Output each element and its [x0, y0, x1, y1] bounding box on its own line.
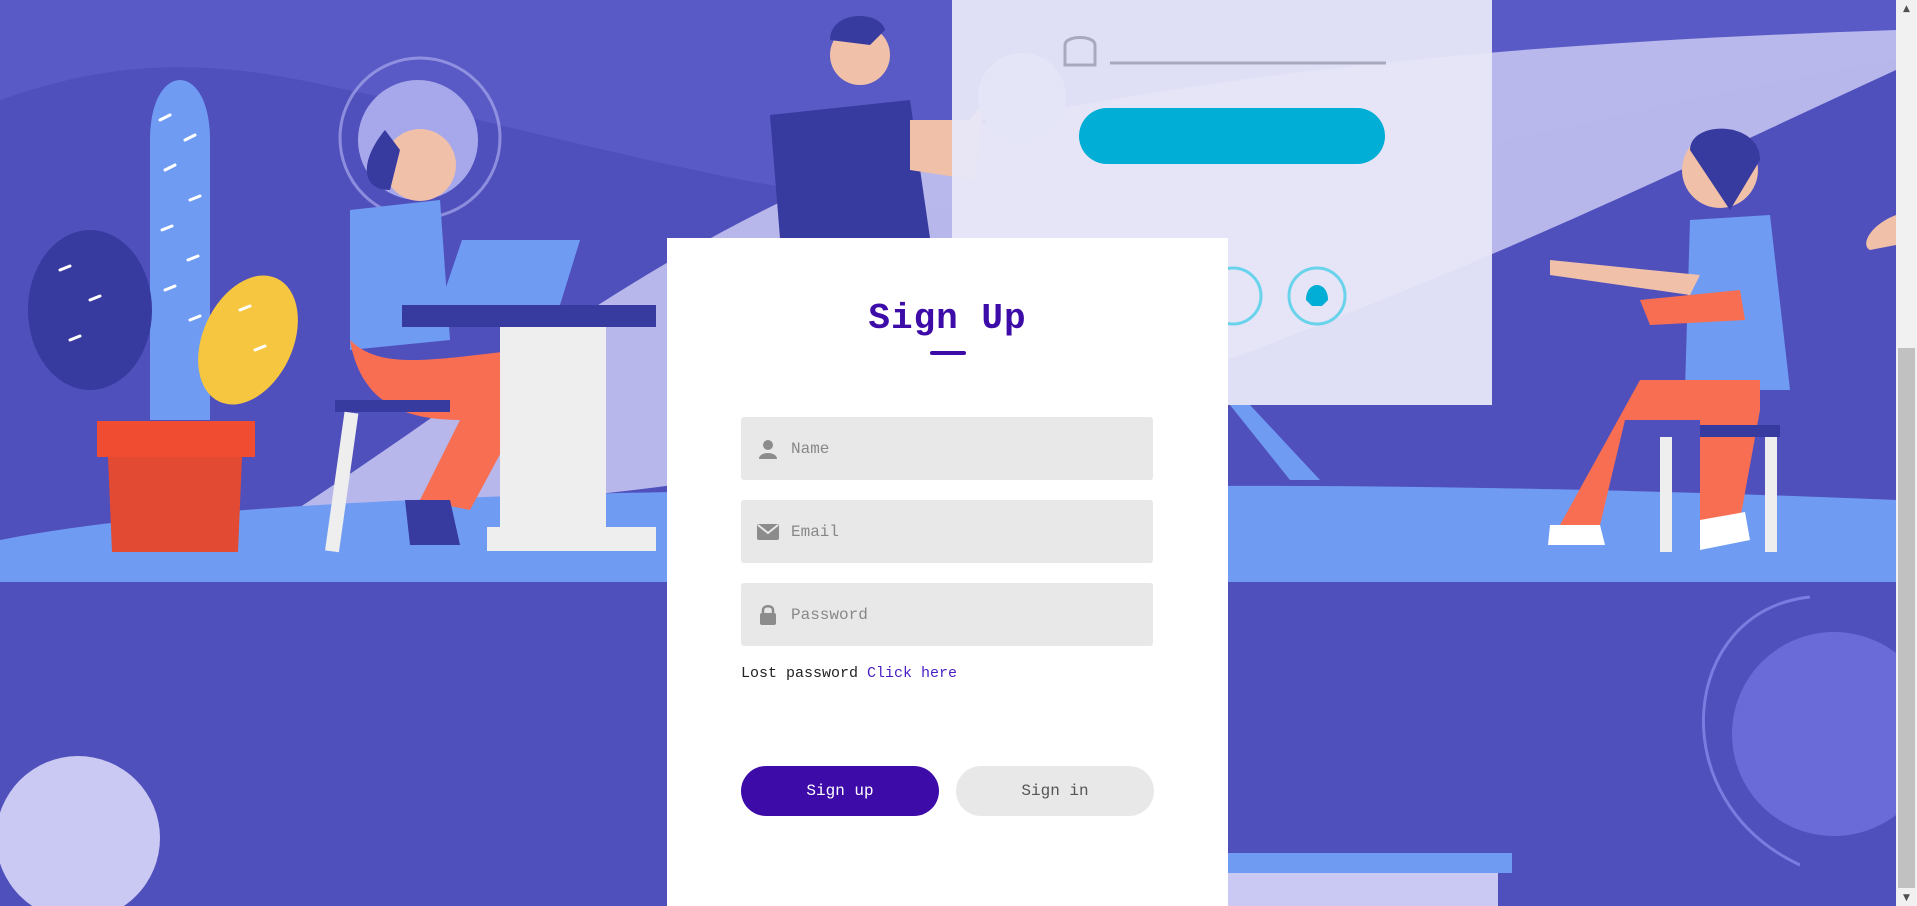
signup-card: Sign Up Lost password Click here Sign up…	[667, 238, 1228, 906]
lock-icon	[757, 604, 779, 626]
envelope-icon	[757, 521, 779, 543]
name-field[interactable]	[741, 417, 1153, 480]
sign-up-button[interactable]: Sign up	[741, 766, 939, 816]
email-field[interactable]	[741, 500, 1153, 563]
name-input[interactable]	[789, 438, 1123, 459]
click-here-link[interactable]: Click here	[867, 665, 957, 682]
scroll-up-icon[interactable]: ▲	[1896, 0, 1917, 17]
scrollbar-thumb[interactable]	[1898, 348, 1915, 888]
email-input[interactable]	[789, 521, 1123, 542]
sign-in-button[interactable]: Sign in	[956, 766, 1154, 816]
scroll-down-icon[interactable]: ▼	[1896, 889, 1917, 906]
page-scrollbar[interactable]: ▲ ▼	[1896, 0, 1917, 906]
form-title: Sign Up	[868, 298, 1027, 339]
lost-password-row: Lost password Click here	[741, 665, 957, 682]
user-icon	[757, 438, 779, 460]
password-field[interactable]	[741, 583, 1153, 646]
title-underline	[930, 351, 966, 355]
lost-password-text: Lost password	[741, 665, 859, 682]
password-input[interactable]	[789, 604, 1123, 625]
